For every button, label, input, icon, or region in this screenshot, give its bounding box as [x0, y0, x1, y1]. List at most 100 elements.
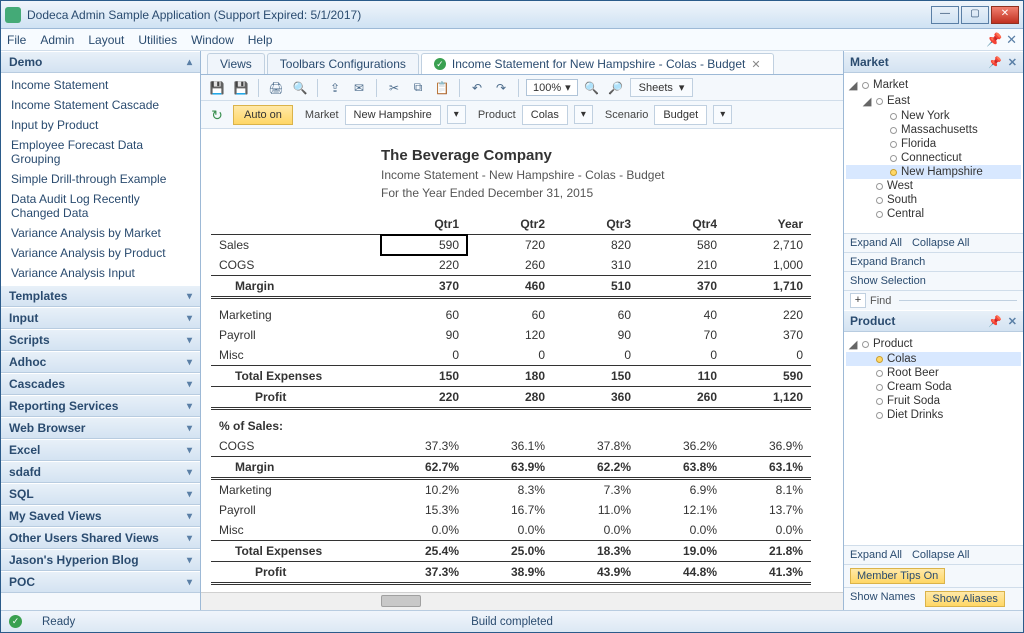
cell[interactable]: 41.3%: [725, 562, 811, 584]
tree-item[interactable]: ◢Product: [846, 336, 1021, 352]
cell[interactable]: 510: [553, 276, 639, 298]
sidebar-group[interactable]: Reporting Services▾: [1, 395, 200, 417]
cell[interactable]: 38.9%: [467, 562, 553, 584]
zoom-combo[interactable]: 100%▾: [526, 79, 578, 96]
cell[interactable]: 0: [639, 345, 725, 366]
cell[interactable]: 10.2%: [381, 479, 467, 501]
save-icon[interactable]: 💾: [207, 78, 227, 98]
pin-icon[interactable]: 📌 ✕: [986, 32, 1017, 48]
maximize-button[interactable]: ▢: [961, 6, 989, 24]
cell[interactable]: 36.2%: [639, 436, 725, 457]
cell[interactable]: 60: [467, 305, 553, 325]
sidebar-item[interactable]: Variance Analysis Input: [1, 263, 200, 283]
tree-item[interactable]: ◢Market: [846, 77, 1021, 93]
sidebar-group[interactable]: Input▾: [1, 307, 200, 329]
cell[interactable]: 37.3%: [381, 436, 467, 457]
sidebar-group[interactable]: Jason's Hyperion Blog▾: [1, 549, 200, 571]
menu-admin[interactable]: Admin: [40, 33, 74, 47]
cell[interactable]: 62.2%: [553, 457, 639, 479]
sidebar-item[interactable]: Income Statement: [1, 75, 200, 95]
tab[interactable]: Views: [207, 53, 265, 74]
cell[interactable]: 0.0%: [725, 520, 811, 541]
sidebar-item[interactable]: Input by Product: [1, 115, 200, 135]
print-icon[interactable]: 🖨: [266, 78, 286, 98]
cell[interactable]: 15.3%: [381, 500, 467, 520]
sidebar-group[interactable]: sdafd▾: [1, 461, 200, 483]
cell[interactable]: 6.9%: [639, 479, 725, 501]
cell[interactable]: 0.0%: [553, 520, 639, 541]
cell[interactable]: 0.0%: [467, 520, 553, 541]
find-label[interactable]: Find: [870, 295, 891, 307]
cell[interactable]: 60: [381, 305, 467, 325]
tree-item[interactable]: ◢East: [846, 93, 1021, 109]
cell[interactable]: 0: [467, 345, 553, 366]
cell[interactable]: 580: [639, 235, 725, 256]
cut-icon[interactable]: ✂: [384, 78, 404, 98]
show-selection-button[interactable]: Show Selection: [850, 275, 926, 287]
menu-help[interactable]: Help: [248, 33, 273, 47]
close-icon[interactable]: ✕: [1008, 56, 1017, 69]
market-panel-header[interactable]: Market 📌✕: [844, 51, 1023, 73]
tab[interactable]: ✓Income Statement for New Hampshire - Co…: [421, 53, 774, 74]
save-icon-2[interactable]: 💾: [231, 78, 251, 98]
show-aliases-button[interactable]: Show Aliases: [925, 591, 1004, 607]
cell[interactable]: 820: [553, 235, 639, 256]
cell[interactable]: 62.7%: [381, 457, 467, 479]
cell[interactable]: 36.1%: [467, 436, 553, 457]
close-icon[interactable]: ✕: [751, 58, 760, 71]
tree-item[interactable]: New York: [846, 109, 1021, 123]
cell[interactable]: 60: [553, 305, 639, 325]
auto-on-button[interactable]: Auto on: [233, 105, 293, 125]
cell[interactable]: 590: [725, 366, 811, 387]
sidebar-item[interactable]: Employee Forecast Data Grouping: [1, 135, 200, 169]
sidebar-group[interactable]: Cascades▾: [1, 373, 200, 395]
cell[interactable]: 460: [467, 276, 553, 298]
cell[interactable]: 0: [553, 345, 639, 366]
sheets-dropdown[interactable]: Sheets▾: [630, 78, 694, 97]
tree-item[interactable]: West: [846, 179, 1021, 193]
cell[interactable]: 90: [553, 325, 639, 345]
cell[interactable]: 16.7%: [467, 500, 553, 520]
cell[interactable]: 310: [553, 255, 639, 276]
menu-layout[interactable]: Layout: [88, 33, 124, 47]
cell[interactable]: 370: [639, 276, 725, 298]
tree-item[interactable]: Florida: [846, 137, 1021, 151]
redo-icon[interactable]: ↷: [491, 78, 511, 98]
pov-field-product[interactable]: Colas: [522, 105, 568, 125]
cell[interactable]: 370: [725, 325, 811, 345]
member-tips-button[interactable]: Member Tips On: [850, 568, 945, 584]
tree-item[interactable]: South: [846, 193, 1021, 207]
pov-drop-scenario[interactable]: ▾: [713, 105, 732, 124]
copy-icon[interactable]: ⧉: [408, 78, 428, 98]
cell[interactable]: 260: [467, 255, 553, 276]
cell[interactable]: 1,000: [725, 255, 811, 276]
tree-item[interactable]: Fruit Soda: [846, 394, 1021, 408]
cell[interactable]: 260: [639, 387, 725, 409]
cell[interactable]: 21.8%: [725, 541, 811, 562]
cell[interactable]: 25.0%: [467, 541, 553, 562]
cell[interactable]: 0: [381, 345, 467, 366]
menu-file[interactable]: File: [7, 33, 26, 47]
cell[interactable]: 1,120: [725, 387, 811, 409]
sidebar-group[interactable]: SQL▾: [1, 483, 200, 505]
paste-icon[interactable]: 📋: [432, 78, 452, 98]
sidebar-group[interactable]: Scripts▾: [1, 329, 200, 351]
tree-item[interactable]: Massachusetts: [846, 123, 1021, 137]
tree-item[interactable]: Connecticut: [846, 151, 1021, 165]
cell[interactable]: 43.9%: [553, 562, 639, 584]
tree-item[interactable]: Colas: [846, 352, 1021, 366]
sidebar-item[interactable]: Simple Drill-through Example: [1, 169, 200, 189]
cell[interactable]: 720: [467, 235, 553, 256]
undo-icon[interactable]: ↶: [467, 78, 487, 98]
minimize-button[interactable]: —: [931, 6, 959, 24]
cell[interactable]: 63.1%: [725, 457, 811, 479]
tree-item[interactable]: New Hampshire: [846, 165, 1021, 179]
menu-window[interactable]: Window: [191, 33, 234, 47]
close-icon[interactable]: ✕: [1008, 315, 1017, 328]
sidebar-item[interactable]: Variance Analysis by Product: [1, 243, 200, 263]
cell[interactable]: 63.9%: [467, 457, 553, 479]
cell[interactable]: 19.0%: [639, 541, 725, 562]
product-panel-header[interactable]: Product 📌✕: [844, 310, 1023, 332]
sidebar-item[interactable]: Data Audit Log Recently Changed Data: [1, 189, 200, 223]
cell[interactable]: 0.0%: [639, 520, 725, 541]
